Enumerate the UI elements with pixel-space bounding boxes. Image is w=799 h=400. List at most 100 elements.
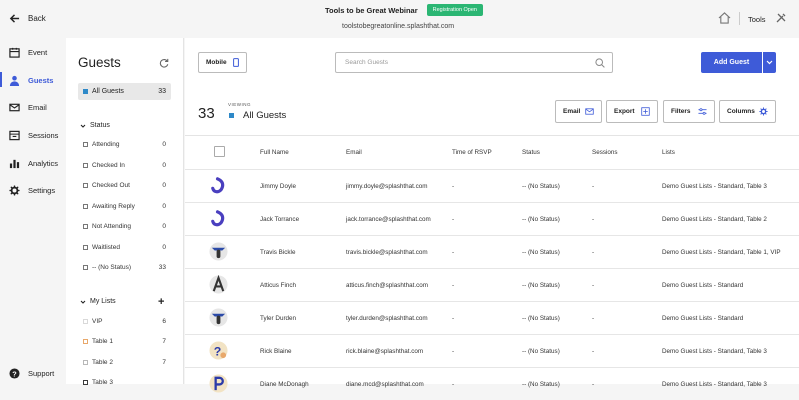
table-row[interactable]: Atticus Finch atticus.finch@splashthat.c… <box>185 268 799 301</box>
filter-attending[interactable]: Attending 0 <box>83 141 166 148</box>
checkbox[interactable] <box>83 265 88 270</box>
filter-label: Checked In <box>92 162 125 169</box>
filter-no-status[interactable]: -- (No Status) 33 <box>83 264 166 271</box>
guest-list-main: Mobile Search Guests Add Guest 33 VIEWIN… <box>185 38 799 393</box>
filter-not-attending[interactable]: Not Attending 0 <box>83 223 166 230</box>
nav-item-event[interactable]: Event <box>9 47 47 58</box>
mobile-view-button[interactable]: Mobile <box>198 52 247 73</box>
registration-status-badge: Registration Open <box>426 4 483 16</box>
checkbox[interactable] <box>83 163 88 168</box>
table-row[interactable]: Travis Bickle travis.bickle@splashthat.c… <box>185 235 799 268</box>
columns-button[interactable]: Columns <box>719 100 776 123</box>
section-heading: My Lists <box>90 298 116 305</box>
nav-label: Analytics <box>28 159 59 168</box>
add-list-button[interactable]: + <box>158 296 164 308</box>
table-row[interactable]: Tyler Durden tyler.durden@splashthat.com… <box>185 301 799 334</box>
list-color-swatch[interactable] <box>83 319 88 324</box>
guest-avatar: ? <box>209 341 228 360</box>
column-header-sessions[interactable]: Sessions <box>592 149 618 156</box>
filter-list-vip[interactable]: VIP 6 <box>83 318 166 325</box>
filter-checked-out[interactable]: Checked Out 0 <box>83 182 166 189</box>
add-guest-button[interactable]: Add Guest <box>701 52 762 73</box>
column-header-status[interactable]: Status <box>522 149 540 156</box>
nav-label: Email <box>28 103 47 112</box>
filter-checked-in[interactable]: Checked In 0 <box>83 162 166 169</box>
filter-list-table-2[interactable]: Table 2 7 <box>83 359 166 366</box>
nav-item-analytics[interactable]: Analytics <box>9 158 58 169</box>
export-label: Export <box>614 108 635 115</box>
nav-item-sessions[interactable]: Sessions <box>9 130 58 141</box>
refresh-icon[interactable] <box>159 58 169 68</box>
search-placeholder: Search Guests <box>345 59 388 66</box>
tools-label[interactable]: Tools <box>748 15 766 24</box>
table-row[interactable]: Jimmy Doyle jimmy.doyle@splashthat.com -… <box>185 169 799 202</box>
checkbox[interactable] <box>83 183 88 188</box>
nav-item-settings[interactable]: Settings <box>9 185 55 196</box>
guest-sessions: - <box>592 348 595 355</box>
back-button[interactable]: Back <box>9 13 46 24</box>
bar-chart-icon <box>9 159 20 169</box>
filter-list-table-3[interactable]: Table 3 <box>83 379 166 386</box>
guest-lists: Demo Guest Lists - Standard <box>662 315 744 322</box>
guest-status: -- (No Status) <box>522 282 560 289</box>
list-color-swatch <box>83 89 88 94</box>
status-section-toggle[interactable]: Status <box>80 122 110 129</box>
home-icon[interactable] <box>718 12 731 24</box>
guest-name[interactable]: Diane McDonagh <box>260 381 309 388</box>
divider <box>185 135 799 136</box>
filter-label: Table 1 <box>92 338 113 345</box>
list-color-swatch[interactable] <box>83 380 88 385</box>
export-button[interactable]: Export <box>606 100 658 123</box>
filter-awaiting-reply[interactable]: Awaiting Reply 0 <box>83 203 166 210</box>
lists-section-toggle[interactable]: My Lists <box>80 298 116 305</box>
checkbox[interactable] <box>83 245 88 250</box>
filter-label: VIP <box>92 318 103 325</box>
guest-email: diane.mcd@splashthat.com <box>346 381 424 388</box>
svg-text:?: ? <box>214 344 222 358</box>
guest-status: -- (No Status) <box>522 249 560 256</box>
column-header-full-name[interactable]: Full Name <box>260 149 289 156</box>
checkbox[interactable] <box>83 224 88 229</box>
guest-name[interactable]: Travis Bickle <box>260 249 295 256</box>
envelope-icon <box>9 103 20 112</box>
filters-button[interactable]: Filters <box>663 100 715 123</box>
column-header-lists[interactable]: Lists <box>662 149 675 156</box>
filter-waitlisted[interactable]: Waitlisted 0 <box>83 244 166 251</box>
filter-list-table-1[interactable]: Table 1 7 <box>83 338 166 345</box>
sliders-icon <box>698 108 707 115</box>
email-button[interactable]: Email <box>555 100 602 123</box>
guest-email: tyler.durden@splashthat.com <box>346 315 428 322</box>
tools-icon[interactable] <box>775 12 787 24</box>
list-color-swatch[interactable] <box>83 339 88 344</box>
guest-lists: Demo Guest Lists - Standard, Table 1, VI… <box>662 249 781 256</box>
checkbox[interactable] <box>83 204 88 209</box>
filter-count: 6 <box>162 318 166 325</box>
guest-name[interactable]: Tyler Durden <box>260 315 296 322</box>
filter-count: 0 <box>162 244 166 251</box>
nav-label: Event <box>28 48 48 57</box>
nav-item-guests[interactable]: Guests <box>9 75 53 86</box>
column-header-email[interactable]: Email <box>346 149 362 156</box>
guest-email: travis.bickle@splashthat.com <box>346 249 428 256</box>
list-color-swatch[interactable] <box>83 360 88 365</box>
guest-name[interactable]: Rick Blaine <box>260 348 292 355</box>
filter-all-guests[interactable]: All Guests 33 <box>78 83 171 100</box>
guest-avatar <box>211 210 225 227</box>
select-all-checkbox[interactable] <box>214 146 225 157</box>
event-url[interactable]: toolstobegreatonline.splashthat.com <box>342 23 454 30</box>
search-icon[interactable] <box>595 58 605 68</box>
guest-name[interactable]: Jimmy Doyle <box>260 183 296 190</box>
guest-name[interactable]: Jack Torrance <box>260 216 299 223</box>
support-button[interactable]: ? Support <box>9 368 54 379</box>
search-input[interactable]: Search Guests <box>335 52 613 73</box>
columns-label: Columns <box>727 108 755 115</box>
column-header-rsvp-time[interactable]: Time of RSVP <box>452 149 492 156</box>
table-row[interactable]: ? Rick Blaine rick.blaine@splashthat.com… <box>185 334 799 367</box>
add-guest-dropdown[interactable] <box>763 52 776 73</box>
checkbox[interactable] <box>83 142 88 147</box>
guest-lists: Demo Guest Lists - Standard, Table 3 <box>662 183 767 190</box>
table-row[interactable]: Jack Torrance jack.torrance@splashthat.c… <box>185 202 799 235</box>
nav-item-email[interactable]: Email <box>9 102 47 113</box>
guest-name[interactable]: Atticus Finch <box>260 282 296 289</box>
guest-lists: Demo Guest Lists - Standard <box>662 282 744 289</box>
